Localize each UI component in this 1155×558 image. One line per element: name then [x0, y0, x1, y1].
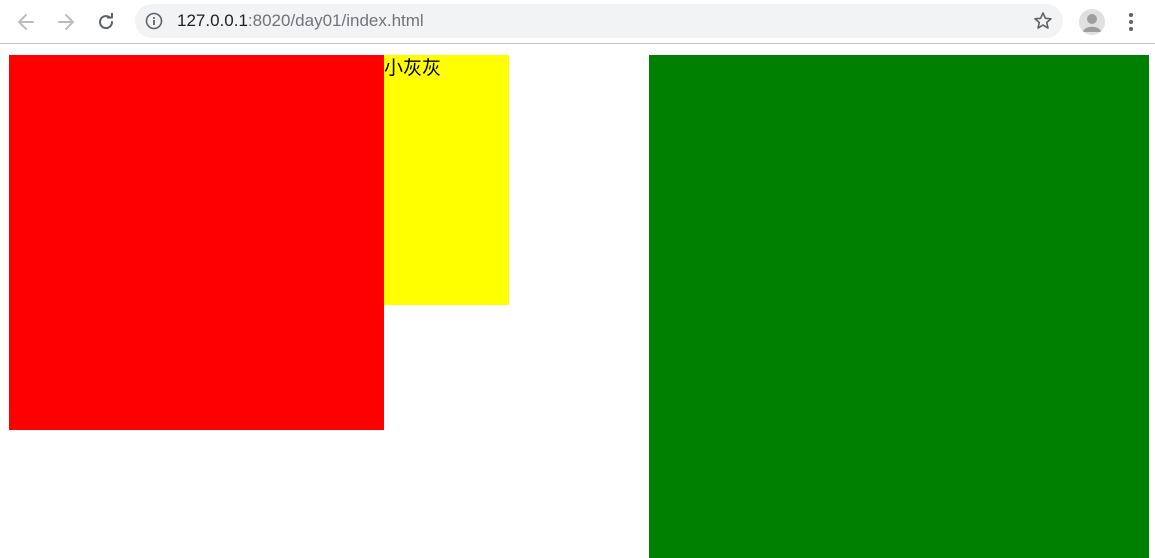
back-button[interactable]	[12, 8, 40, 36]
menu-button[interactable]	[1121, 10, 1141, 34]
url-host: 127.0.0.1	[177, 11, 248, 30]
star-icon[interactable]	[1033, 11, 1053, 31]
reload-button[interactable]	[92, 8, 120, 36]
green-box	[649, 55, 1149, 558]
red-box	[9, 55, 384, 430]
url-path: :8020/day01/index.html	[247, 11, 424, 30]
profile-avatar[interactable]	[1079, 9, 1105, 35]
browser-toolbar: 127.0.0.1:8020/day01/index.html	[0, 0, 1155, 44]
forward-button[interactable]	[52, 8, 80, 36]
reload-icon	[99, 13, 114, 30]
page-viewport: 小灰灰	[0, 45, 1155, 558]
info-icon[interactable]	[145, 12, 163, 30]
yellow-box-text: 小灰灰	[384, 57, 442, 79]
address-bar[interactable]: 127.0.0.1:8020/day01/index.html	[135, 4, 1063, 38]
arrow-left-icon	[18, 14, 34, 30]
url-text[interactable]: 127.0.0.1:8020/day01/index.html	[177, 11, 424, 31]
yellow-box: 小灰灰	[384, 55, 509, 305]
arrow-right-icon	[58, 14, 74, 30]
kebab-menu-icon	[1129, 13, 1133, 31]
avatar-icon	[1083, 14, 1101, 32]
